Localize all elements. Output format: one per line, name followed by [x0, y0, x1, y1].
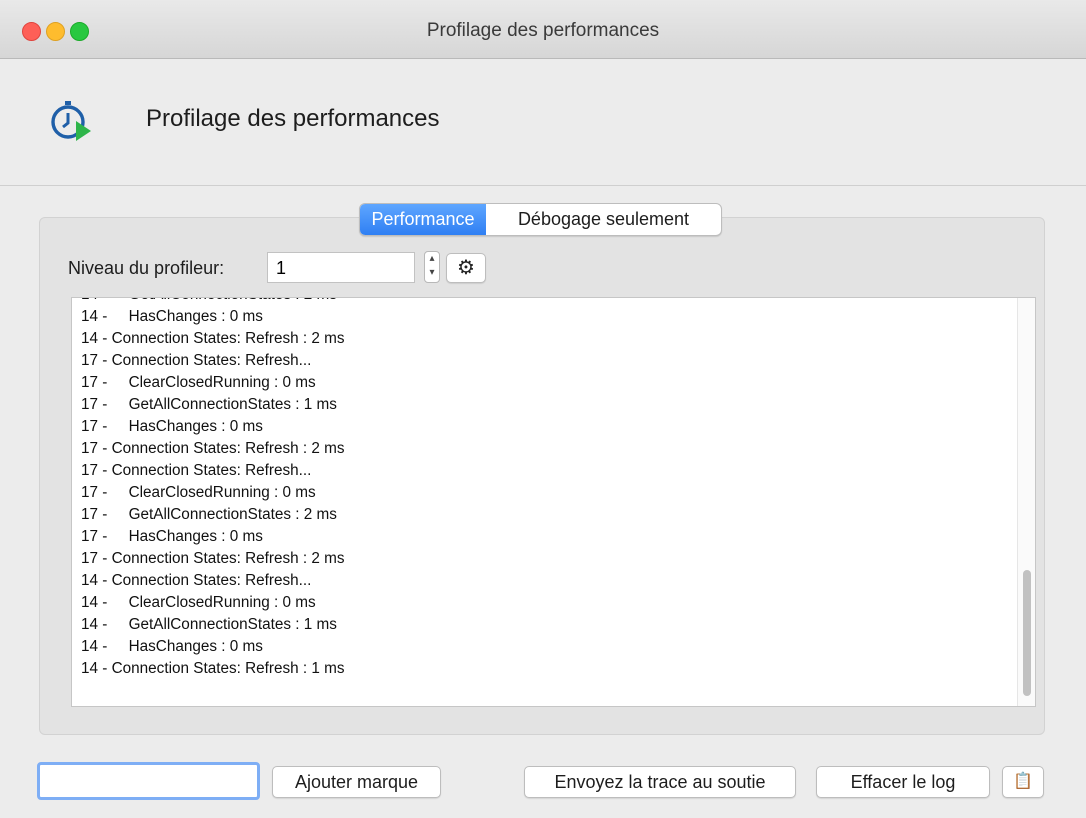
stopwatch-play-icon — [51, 101, 91, 141]
mark-input[interactable] — [37, 762, 260, 800]
log-line: 14 - GetAllConnectionStates : 2 ms — [81, 298, 345, 306]
tab-performance[interactable]: Performance — [360, 204, 486, 235]
log-line: 17 - HasChanges : 0 ms — [81, 418, 263, 435]
window-title: Profilage des performances — [426, 20, 660, 41]
log-view[interactable]: 14 - GetAllConnectionStates : 2 ms 14 - H… — [71, 297, 1036, 707]
gear-icon: ⚙ — [457, 257, 475, 279]
log-line: 17 - Connection States: Refresh : 2 ms — [81, 440, 345, 457]
profiler-settings-button[interactable]: ⚙ — [446, 253, 486, 283]
log-scrollbar[interactable] — [1017, 298, 1035, 706]
profiler-level-field[interactable]: 1 — [267, 252, 415, 283]
log-line: 14 - HasChanges : 0 ms — [81, 308, 263, 325]
page-header: Profilage des performances — [0, 59, 1086, 186]
log-line: 17 - Connection States: Refresh... — [81, 352, 312, 369]
scrollbar-thumb[interactable] — [1023, 570, 1031, 696]
clipboard-icon: 📋 — [1013, 773, 1033, 790]
copy-log-button[interactable]: 📋 — [1002, 766, 1044, 798]
page-title: Profilage des performances — [146, 105, 440, 132]
add-mark-button[interactable]: Ajouter marque — [272, 766, 441, 798]
tab-bar: Performance Débogage seulement — [359, 203, 722, 236]
log-line: 14 - Connection States: Refresh... — [81, 572, 312, 589]
title-bar: Profilage des performances — [0, 0, 1086, 59]
profiler-level-stepper[interactable]: ▴ ▾ — [424, 251, 440, 283]
log-lines: 14 - GetAllConnectionStates : 2 ms 14 - H… — [81, 298, 345, 680]
log-line: 17 - HasChanges : 0 ms — [81, 528, 263, 545]
log-line: 14 - HasChanges : 0 ms — [81, 638, 263, 655]
chevron-up-icon[interactable]: ▴ — [425, 252, 439, 266]
log-line: 17 - ClearClosedRunning : 0 ms — [81, 374, 316, 391]
log-line: 14 - Connection States: Refresh : 2 ms — [81, 330, 345, 347]
profiler-level-label: Niveau du profileur: — [68, 258, 225, 278]
send-trace-button[interactable]: Envoyez la trace au soutie — [524, 766, 796, 798]
log-line: 17 - GetAllConnectionStates : 1 ms — [81, 396, 337, 413]
tab-debug-only[interactable]: Débogage seulement — [486, 204, 721, 235]
log-line: 14 - ClearClosedRunning : 0 ms — [81, 594, 316, 611]
log-line: 17 - GetAllConnectionStates : 2 ms — [81, 506, 337, 523]
log-line: 14 - GetAllConnectionStates : 1 ms — [81, 616, 337, 633]
log-line: 17 - Connection States: Refresh : 2 ms — [81, 550, 345, 567]
log-line: 17 - ClearClosedRunning : 0 ms — [81, 484, 316, 501]
chevron-down-icon[interactable]: ▾ — [425, 266, 439, 280]
log-line: 17 - Connection States: Refresh... — [81, 462, 312, 479]
log-line: 14 - Connection States: Refresh : 1 ms — [81, 660, 345, 677]
clear-log-button[interactable]: Effacer le log — [816, 766, 990, 798]
